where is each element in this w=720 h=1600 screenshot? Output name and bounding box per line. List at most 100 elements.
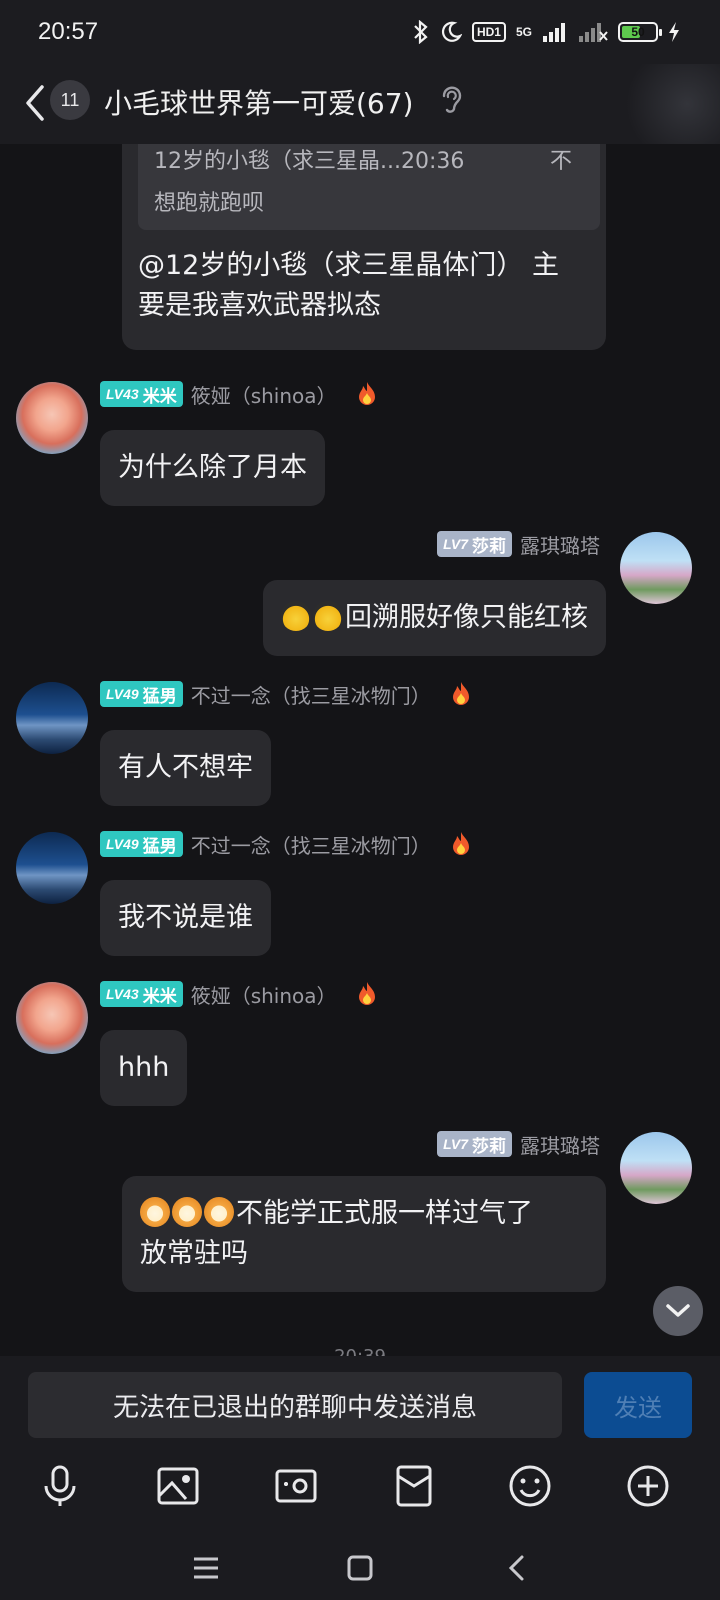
- hd-badge: HD1: [471, 22, 506, 42]
- level-number: LV49: [106, 836, 139, 852]
- signal-icon: [543, 23, 565, 42]
- level-number: LV43: [106, 986, 139, 1002]
- quoted-message[interactable]: 12岁的小毯（求三星晶...20:36 不 想跑就跑呗: [138, 144, 600, 230]
- ear-icon[interactable]: [438, 84, 464, 116]
- message-list[interactable]: 12岁的小毯（求三星晶...20:36 不 想跑就跑呗 @12岁的小毯（求三星晶…: [0, 144, 720, 1356]
- sender-meta: LV49 猛男 不过一念（找三星冰物门）: [100, 680, 473, 708]
- penguin-emoji-icon: [281, 601, 311, 631]
- file-icon[interactable]: [384, 1456, 444, 1516]
- chat-title[interactable]: 小毛球世界第一可爱(67): [104, 82, 413, 122]
- message-bubble[interactable]: 不能学正式服一样过气了 放常驻吗: [122, 1176, 606, 1292]
- level-badge: LV43 米米: [100, 981, 183, 1007]
- menu-icon[interactable]: [184, 1546, 228, 1590]
- chat-header: 11 小毛球世界第一可爱(67): [0, 64, 720, 144]
- quote-suffix: 不: [550, 149, 573, 174]
- input-toolbar: [0, 1446, 720, 1536]
- sender-name[interactable]: 筱娅（shinoa）: [191, 380, 337, 409]
- message-bubble[interactable]: 我不说是谁: [100, 880, 271, 956]
- battery-level: 50: [631, 25, 645, 39]
- sender-meta: LV7 莎莉 露琪璐塔: [437, 530, 600, 558]
- message-item: 12岁的小毯（求三星晶...20:36 不 想跑就跑呗 @12岁的小毯（求三星晶…: [0, 144, 720, 352]
- message-bubble[interactable]: hhh: [100, 1030, 188, 1106]
- message-text: @12岁的小毯（求三星晶体门） 主 要是我喜欢武器拟态: [138, 246, 559, 326]
- message-text: 有人不想牢: [118, 752, 253, 783]
- status-icons: HD1 5G 50: [412, 20, 680, 44]
- image-icon[interactable]: [148, 1456, 208, 1516]
- message-text-line: 要是我喜欢武器拟态: [138, 290, 381, 321]
- message-bubble[interactable]: 12岁的小毯（求三星晶...20:36 不 想跑就跑呗 @12岁的小毯（求三星晶…: [122, 144, 606, 350]
- message-text: hhh: [118, 1052, 170, 1083]
- back-icon[interactable]: [494, 1546, 538, 1590]
- avatar[interactable]: [620, 532, 692, 604]
- dog-emoji-icon: [140, 1197, 170, 1227]
- sender-name[interactable]: 不过一念（找三星冰物门）: [191, 830, 431, 859]
- level-badge: LV7 莎莉: [437, 531, 512, 557]
- input-bar: 无法在已退出的群聊中发送消息 发送: [0, 1356, 720, 1446]
- back-arrow-icon[interactable]: [20, 78, 50, 128]
- avatar[interactable]: [16, 832, 88, 904]
- message-input-disabled: 无法在已退出的群聊中发送消息: [28, 1372, 562, 1438]
- level-number: LV49: [106, 686, 139, 702]
- emoji-icon[interactable]: [500, 1456, 560, 1516]
- sender-meta: LV43 米米 筱娅（shinoa）: [100, 380, 379, 408]
- fire-icon: [358, 382, 375, 405]
- scroll-to-bottom-button[interactable]: [653, 1286, 703, 1336]
- message-text-line: 不能学正式服一样过气了: [140, 1194, 588, 1234]
- message-bubble[interactable]: 为什么除了月本: [100, 430, 325, 506]
- bluetooth-icon: [414, 20, 428, 44]
- message-text: 我不说是谁: [118, 902, 253, 933]
- message-text: 不能学正式服一样过气了: [236, 1198, 533, 1229]
- sender-meta: LV43 米米 筱娅（shinoa）: [100, 980, 379, 1008]
- level-title: 莎莉: [472, 536, 506, 557]
- message-item: LV43 米米 筱娅（shinoa） hhh: [0, 980, 720, 1106]
- message-item: LV7 莎莉 露琪璐塔 回溯服好像只能红核: [0, 530, 720, 656]
- battery-icon: 50: [618, 22, 662, 42]
- message-item: LV49 猛男 不过一念（找三星冰物门） 我不说是谁: [0, 830, 720, 956]
- level-number: LV43: [106, 386, 139, 402]
- system-nav-bar: [0, 1536, 720, 1600]
- message-text: 为什么除了月本: [118, 452, 307, 483]
- home-icon[interactable]: [338, 1546, 382, 1590]
- plus-icon[interactable]: [618, 1456, 678, 1516]
- camera-icon[interactable]: [266, 1456, 326, 1516]
- level-title: 猛男: [142, 686, 177, 707]
- level-badge: LV43 米米: [100, 381, 183, 407]
- send-button[interactable]: 发送: [584, 1372, 692, 1438]
- level-badge: LV49 猛男: [100, 831, 183, 857]
- level-number: LV7: [443, 1136, 468, 1152]
- status-time: 20:57: [38, 18, 99, 45]
- level-title: 莎莉: [472, 1136, 506, 1157]
- sender-name[interactable]: 露琪璐塔: [520, 1130, 600, 1159]
- avatar[interactable]: [16, 982, 88, 1054]
- dog-emoji-icon: [204, 1197, 234, 1227]
- dog-emoji-icon: [172, 1197, 202, 1227]
- message-text-line: 放常驻吗: [140, 1238, 248, 1269]
- message-bubble[interactable]: 回溯服好像只能红核: [263, 580, 606, 656]
- message-item: LV49 猛男 不过一念（找三星冰物门） 有人不想牢: [0, 680, 720, 806]
- microphone-icon[interactable]: [30, 1456, 90, 1516]
- sender-name[interactable]: 不过一念（找三星冰物门）: [191, 680, 431, 709]
- unread-count-badge[interactable]: 11: [50, 80, 90, 120]
- quote-body: 想跑就跑呗: [154, 191, 265, 216]
- level-title: 米米: [142, 986, 177, 1007]
- message-item: LV7 莎莉 露琪璐塔 不能学正式服一样过气了 放常驻吗: [0, 1130, 720, 1292]
- fire-icon: [358, 982, 375, 1005]
- level-title: 米米: [142, 386, 177, 407]
- message-text-line: @12岁的小毯（求三星晶体门） 主: [138, 250, 559, 281]
- level-title: 猛男: [142, 836, 177, 857]
- avatar[interactable]: [16, 382, 88, 454]
- sender-meta: LV7 莎莉 露琪璐塔: [437, 1130, 600, 1158]
- message-bubble[interactable]: 有人不想牢: [100, 730, 271, 806]
- sender-name[interactable]: 筱娅（shinoa）: [191, 980, 337, 1009]
- level-number: LV7: [443, 536, 468, 552]
- fire-icon: [452, 832, 469, 855]
- blurred-avatar[interactable]: [610, 64, 720, 144]
- level-badge: LV49 猛男: [100, 681, 183, 707]
- avatar[interactable]: [16, 682, 88, 754]
- sender-name[interactable]: 露琪璐塔: [520, 530, 600, 559]
- level-badge: LV7 莎莉: [437, 1131, 512, 1157]
- charging-icon: [669, 22, 679, 42]
- network-label: 5G: [515, 25, 532, 39]
- avatar[interactable]: [620, 1132, 692, 1204]
- moon-icon: [441, 21, 462, 42]
